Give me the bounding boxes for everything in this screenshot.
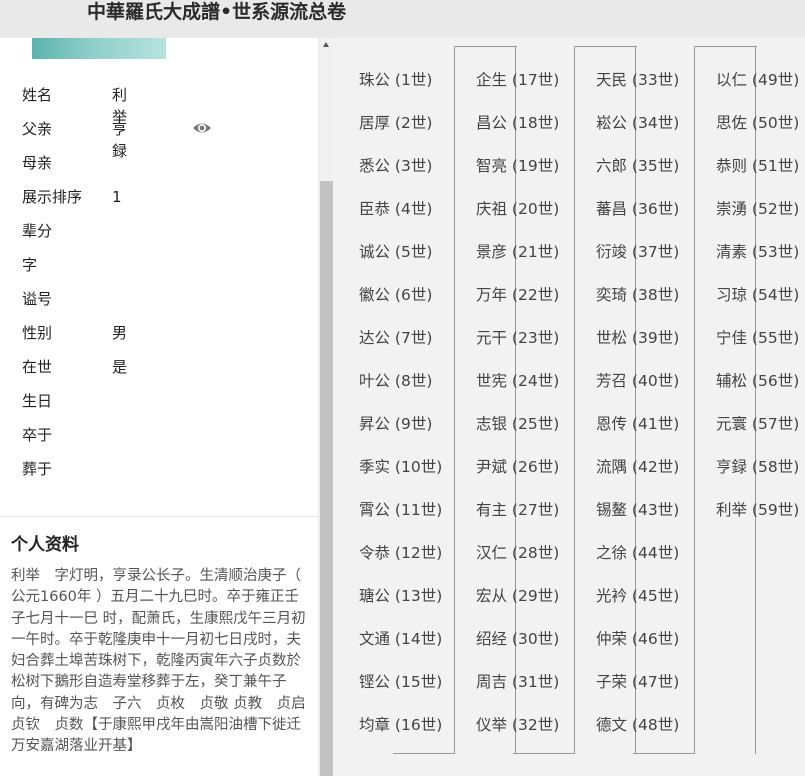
scroll-up-arrow-icon[interactable] [323,42,329,47]
bio-text: 利举 字灯明，亨录公长子。生清顺治庚子（ 公元1660年 ）五月二十九巳时。卒于… [11,568,318,755]
field-label: 生日 [22,392,53,410]
generation-item[interactable]: 蕃昌 (36世) [596,199,679,219]
field-label: 展示排序 [22,188,83,206]
generation-item[interactable]: 思佐 (50世) [716,113,799,133]
connector-cap [455,46,517,47]
generation-item[interactable]: 恭则 (51世) [716,156,799,176]
field-label: 母亲 [22,154,53,172]
generation-item[interactable]: 世松 (39世) [596,328,679,348]
generation-item[interactable]: 铿公 (15世) [359,672,442,692]
generation-item[interactable]: 以仁 (49世) [716,70,799,90]
generation-item[interactable]: 宏从 (29世) [476,586,559,606]
generation-item[interactable]: 文通 (14世) [359,629,442,649]
generation-item[interactable]: 锡鳌 (43世) [596,500,679,520]
scrollbar-thumb[interactable] [320,181,333,776]
field-label: 葬于 [22,460,53,478]
generation-item[interactable]: 奕琦 (38世) [596,285,679,305]
field-value: 是 [112,358,128,376]
generation-item[interactable]: 达公 (7世) [359,328,432,348]
generation-item[interactable]: 亨録 (58世) [716,457,799,477]
generation-item[interactable]: 元寰 (57世) [716,414,799,434]
generation-item[interactable]: 仲荣 (46世) [596,629,679,649]
generation-item[interactable]: 臣恭 (4世) [359,199,432,219]
generation-item[interactable]: 令恭 (12世) [359,543,442,563]
connector-cap [513,753,575,754]
generation-item[interactable]: 昇公 (9世) [359,414,432,434]
header-bar: 中華羅氏大成譜•世系源流总卷 [0,0,805,38]
generation-item[interactable]: 芳召 (40世) [596,371,679,391]
generation-item[interactable]: 崇湧 (52世) [716,199,799,219]
generation-item[interactable]: 季实 (10世) [359,457,442,477]
generation-item[interactable]: 企生 (17世) [476,70,559,90]
connector-cap [633,753,695,754]
generation-item[interactable]: 清素 (53世) [716,242,799,262]
generation-item[interactable]: 利举 (59世) [716,500,799,520]
generation-item[interactable]: 居厚 (2世) [359,113,432,133]
generation-item[interactable]: 仪举 (32世) [476,715,559,735]
connector-cap [575,46,637,47]
generation-item[interactable]: 尹斌 (26世) [476,457,559,477]
generation-item[interactable]: 均章 (16世) [359,715,442,735]
field-label: 性别 [22,324,53,342]
generation-item[interactable]: 万年 (22世) [476,285,559,305]
generation-item[interactable]: 宁佳 (55世) [716,328,799,348]
generation-item[interactable]: 恩传 (41世) [596,414,679,434]
generation-item[interactable]: 汉仁 (28世) [476,543,559,563]
lineage-connector [633,46,757,754]
field-label: 卒于 [22,426,53,444]
generation-item[interactable]: 瑭公 (13世) [359,586,442,606]
divider [0,516,318,517]
field-label: 字 [22,256,38,274]
connector-cap [393,753,455,754]
field-value: 1 [112,188,122,206]
generation-item[interactable]: 六郎 (35世) [596,156,679,176]
generation-item[interactable]: 衍竣 (37世) [596,242,679,262]
generation-item[interactable]: 天民 (33世) [596,70,679,90]
field-value[interactable]: 亨録 [112,118,127,162]
lineage-panel: 珠公 (1世) 居厚 (2世) 悉公 (3世) 臣恭 (4世) 诚公 (5世) 徽公 (6… [334,38,805,776]
connector-cap [695,46,757,47]
field-label: 姓名 [22,86,53,104]
generation-item[interactable]: 霄公 (11世) [359,500,442,520]
generation-item[interactable]: 光衿 (45世) [596,586,679,606]
generation-item[interactable]: 悉公 (3世) [359,156,432,176]
eye-icon[interactable] [192,120,212,136]
generation-item[interactable]: 辅松 (56世) [716,371,799,391]
generation-item[interactable]: 元干 (23世) [476,328,559,348]
generation-item[interactable]: 昌公 (18世) [476,113,559,133]
generation-item[interactable]: 习琼 (54世) [716,285,799,305]
generation-item[interactable]: 之徐 (44世) [596,543,679,563]
generation-item[interactable]: 珠公 (1世) [359,70,432,90]
generation-item[interactable]: 智亮 (19世) [476,156,559,176]
generation-item[interactable]: 德文 (48世) [596,715,679,735]
field-label: 父亲 [22,120,53,138]
generation-item[interactable]: 庆祖 (20世) [476,199,559,219]
avatar [32,38,166,59]
section-title: 个人资料 [11,535,79,555]
generation-item[interactable]: 诚公 (5世) [359,242,432,262]
generation-item[interactable]: 周吉 (31世) [476,672,559,692]
generation-item[interactable]: 流隅 (42世) [596,457,679,477]
generation-item[interactable]: 崧公 (34世) [596,113,679,133]
generation-item[interactable]: 子荣 (47世) [596,672,679,692]
generation-item[interactable]: 有主 (27世) [476,500,559,520]
generation-item[interactable]: 叶公 (8世) [359,371,432,391]
page-title: 中華羅氏大成譜•世系源流总卷 [87,1,347,23]
field-label: 辈分 [22,222,53,240]
generation-item[interactable]: 绍经 (30世) [476,629,559,649]
profile-panel: 姓名 利举 父亲 亨録 母亲 展示排序 1 辈分字谥号 性别男在世是生日 卒于 葬于 个人资料 利举… [0,38,318,776]
generation-item[interactable]: 徽公 (6世) [359,285,432,305]
generation-item[interactable]: 世宪 (24世) [476,371,559,391]
field-label: 在世 [22,358,53,376]
field-label: 谥号 [22,290,53,308]
field-value: 男 [112,324,128,342]
generation-item[interactable]: 景彦 (21世) [476,242,559,262]
generation-item[interactable]: 志银 (25世) [476,414,559,434]
